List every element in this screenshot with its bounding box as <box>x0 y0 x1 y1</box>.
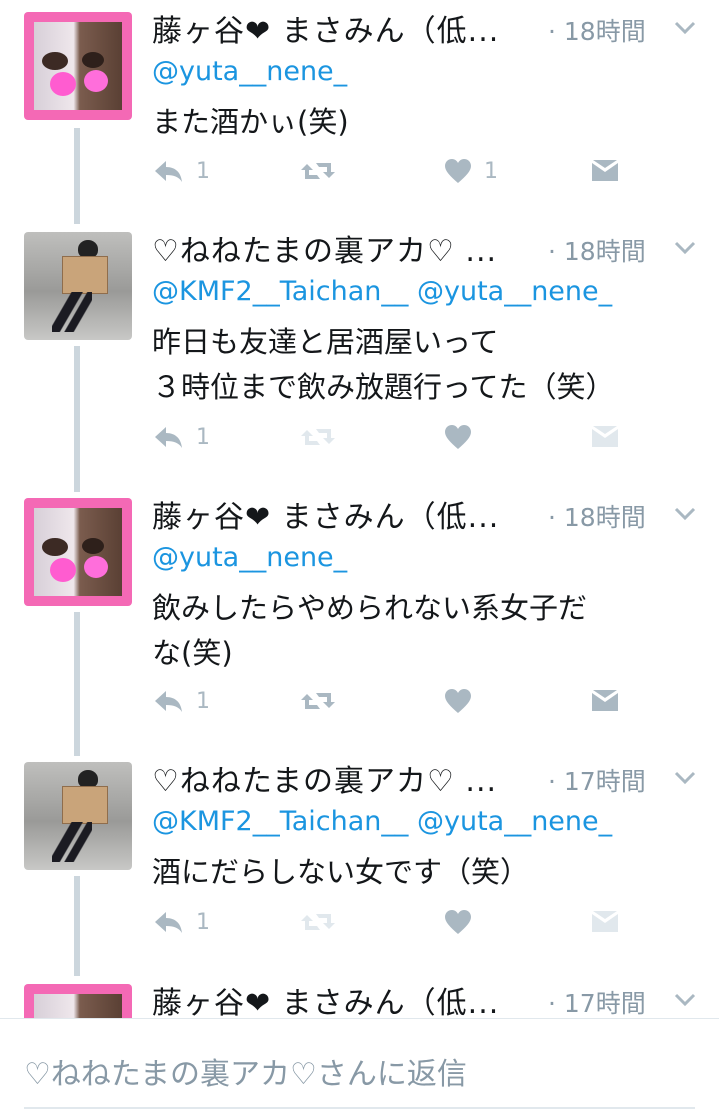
retweet-icon <box>301 163 335 179</box>
retweet-button[interactable] <box>300 684 336 718</box>
tweet-text: 酒にだらしない女です（笑） <box>152 850 672 895</box>
display-name[interactable]: ♡ねねたまの裏アカ♡ ... <box>152 226 497 270</box>
like-button[interactable] <box>444 420 472 454</box>
reply-placeholder: ♡ねねたまの裏アカ♡さんに返信 <box>24 1057 467 1092</box>
tweet-text-line: また酒かぃ(笑) <box>152 105 349 139</box>
reply-to-mentions[interactable]: @KMF2__Taichan__ @yuta__nene_ <box>152 276 612 307</box>
tweet-text-line: ３時位まで飲み放題行ってた（笑） <box>152 370 615 404</box>
reply-to-mentions[interactable]: @yuta__nene_ <box>152 542 347 573</box>
tweet-text: また酒かぃ(笑) <box>152 100 672 145</box>
reply-icon <box>155 427 182 448</box>
avatar[interactable] <box>24 984 132 1018</box>
envelope-icon <box>592 690 618 711</box>
retweet-icon <box>301 693 335 709</box>
reply-count: 1 <box>196 424 210 450</box>
tweet[interactable]: 藤ヶ谷❤︎ まさみん（低... · 17時間 <box>0 972 719 1018</box>
tweet-actions: 1 <box>152 905 632 939</box>
direct-message-button[interactable] <box>590 684 620 718</box>
tweet-text-line: 昨日も友達と居酒屋いって <box>152 325 499 359</box>
chevron-down-icon[interactable] <box>672 500 698 526</box>
avatar[interactable] <box>24 498 132 606</box>
retweet-icon <box>301 429 335 445</box>
display-name[interactable]: 藤ヶ谷❤︎ まさみん（低... <box>152 6 499 50</box>
chevron-down-icon[interactable] <box>672 14 698 40</box>
heart-icon <box>445 425 471 449</box>
timestamp[interactable]: · 18時間 <box>548 498 646 534</box>
display-name[interactable]: ♡ねねたまの裏アカ♡ ... <box>152 756 497 800</box>
direct-message-button[interactable] <box>590 154 620 188</box>
envelope-icon <box>592 160 618 181</box>
envelope-icon <box>592 426 618 447</box>
avatar[interactable] <box>24 232 132 340</box>
reply-count: 1 <box>196 688 210 714</box>
timestamp[interactable]: · 17時間 <box>548 984 646 1018</box>
reply-to-mentions[interactable]: @yuta__nene_ <box>152 56 347 87</box>
tweet[interactable]: ♡ねねたまの裏アカ♡ ... · 17時間 @KMF2__Taichan__ @… <box>0 750 719 972</box>
tweet[interactable]: ♡ねねたまの裏アカ♡ ... · 18時間 @KMF2__Taichan__ @… <box>0 220 719 486</box>
envelope-icon <box>592 911 618 932</box>
conversation-timeline: 藤ヶ谷❤︎ まさみん（低... · 18時間 @yuta__nene_ また酒か… <box>0 0 719 1018</box>
reply-icon <box>155 691 182 712</box>
display-name[interactable]: 藤ヶ谷❤︎ まさみん（低... <box>152 978 499 1018</box>
tweet-actions: 1 <box>152 420 632 454</box>
reply-button[interactable]: 1 <box>152 154 210 188</box>
tweet-text: 飲みしたらやめられない系女子だ な(笑) <box>152 586 672 676</box>
direct-message-button[interactable] <box>590 420 620 454</box>
like-button[interactable]: 1 <box>444 154 498 188</box>
like-count: 1 <box>484 158 498 184</box>
direct-message-button[interactable] <box>590 905 620 939</box>
retweet-icon <box>301 914 335 930</box>
reply-composer: ♡ねねたまの裏アカ♡さんに返信 <box>0 1018 719 1114</box>
retweet-button[interactable] <box>300 420 336 454</box>
avatar[interactable] <box>24 762 132 870</box>
heart-icon <box>445 159 471 183</box>
reply-button[interactable]: 1 <box>152 905 210 939</box>
reply-to-mentions[interactable]: @KMF2__Taichan__ @yuta__nene_ <box>152 806 612 837</box>
avatar[interactable] <box>24 12 132 120</box>
tweet-actions: 1 1 <box>152 154 632 188</box>
tweet-text-line: 酒にだらしない女です（笑） <box>152 855 530 889</box>
heart-icon <box>445 689 471 713</box>
timestamp[interactable]: · 18時間 <box>548 12 646 48</box>
tweet-text-line: 飲みしたらやめられない系女子だ <box>152 591 588 625</box>
chevron-down-icon[interactable] <box>672 764 698 790</box>
reply-button[interactable]: 1 <box>152 684 210 718</box>
tweet[interactable]: 藤ヶ谷❤︎ まさみん（低... · 18時間 @yuta__nene_ また酒か… <box>0 0 719 220</box>
retweet-button[interactable] <box>300 154 336 188</box>
reply-icon <box>155 161 182 182</box>
chevron-down-icon[interactable] <box>672 986 698 1012</box>
tweet-text-line: な(笑) <box>152 636 233 670</box>
reply-button[interactable]: 1 <box>152 420 210 454</box>
display-name[interactable]: 藤ヶ谷❤︎ まさみん（低... <box>152 492 499 536</box>
like-button[interactable] <box>444 905 472 939</box>
retweet-button[interactable] <box>300 905 336 939</box>
timestamp[interactable]: · 18時間 <box>548 232 646 268</box>
chevron-down-icon[interactable] <box>672 234 698 260</box>
tweet[interactable]: 藤ヶ谷❤︎ まさみん（低... · 18時間 @yuta__nene_ 飲みした… <box>0 486 719 750</box>
timestamp[interactable]: · 17時間 <box>548 762 646 798</box>
heart-icon <box>445 910 471 934</box>
reply-input[interactable]: ♡ねねたまの裏アカ♡さんに返信 <box>24 1049 695 1109</box>
reply-count: 1 <box>196 158 210 184</box>
tweet-actions: 1 <box>152 684 632 718</box>
tweet-text: 昨日も友達と居酒屋いって ３時位まで飲み放題行ってた（笑） <box>152 320 672 410</box>
reply-count: 1 <box>196 909 210 935</box>
like-button[interactable] <box>444 684 472 718</box>
reply-icon <box>155 912 182 933</box>
